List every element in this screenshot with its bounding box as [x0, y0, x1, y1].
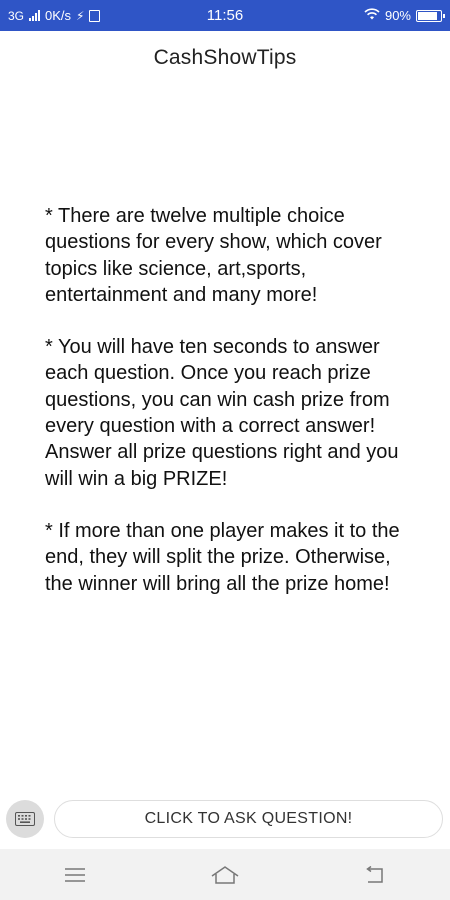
status-right: 90%: [364, 8, 445, 23]
status-bar: 3G 0K/s ⚡ 11:56 90%: [0, 0, 450, 31]
keyboard-button[interactable]: [6, 800, 44, 838]
tip-paragraph: * If more than one player makes it to th…: [45, 519, 400, 595]
back-icon: [366, 865, 383, 883]
sim-icon: [89, 9, 101, 22]
battery-percent: 90%: [384, 8, 411, 23]
page-title: CashShowTips: [153, 46, 297, 69]
menu-button[interactable]: [45, 855, 105, 895]
usb-icon: ⚡: [76, 8, 85, 23]
navigation-bar: [0, 849, 450, 900]
tips-content: * There are twelve multiple choice quest…: [45, 203, 415, 623]
status-left: 3G 0K/s ⚡: [8, 8, 101, 23]
battery-icon: [416, 9, 445, 22]
signal-icon: [29, 10, 41, 21]
tip-paragraph: * There are twelve multiple choice quest…: [45, 205, 382, 306]
battery-fill: [418, 11, 437, 20]
tip-paragraph: * You will have ten seconds to answer ea…: [45, 336, 399, 490]
wifi-icon: [364, 8, 380, 23]
back-button[interactable]: [345, 855, 405, 895]
keyboard-icon: [15, 812, 35, 826]
menu-icon: [65, 867, 85, 882]
network-type: 3G: [8, 8, 25, 23]
ask-question-button[interactable]: CLICK TO ASK QUESTION!: [54, 800, 443, 838]
home-icon: [211, 865, 239, 884]
home-button[interactable]: [195, 855, 255, 895]
network-speed: 0K/s: [45, 8, 72, 23]
